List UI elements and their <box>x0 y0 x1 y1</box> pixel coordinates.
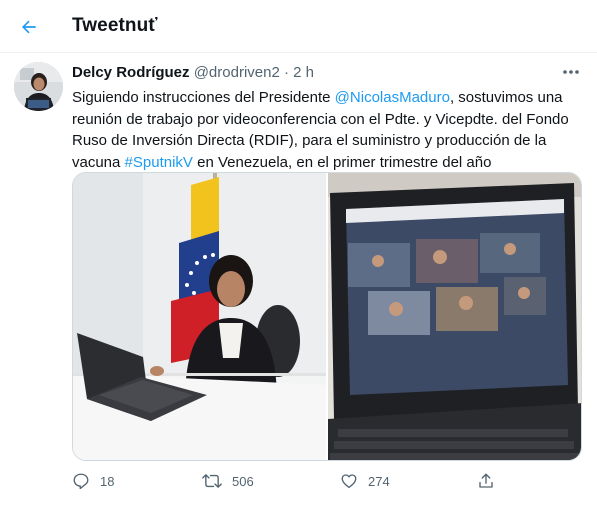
page-title: Tweetnuť <box>72 15 158 36</box>
mention-link[interactable]: @NicolasMaduro <box>335 89 450 106</box>
back-button[interactable] <box>14 12 44 42</box>
photo-woman-laptop-flag-icon <box>73 173 326 460</box>
heart-icon <box>341 474 357 489</box>
retweet-icon <box>202 474 222 488</box>
tweet-actions: 18 506 274 <box>72 468 587 494</box>
share-button[interactable] <box>477 468 495 494</box>
hashtag-link[interactable]: #SputnikV <box>125 154 193 171</box>
share-icon <box>479 473 493 488</box>
arrow-left-icon <box>22 20 36 34</box>
reply-button[interactable]: 18 <box>72 468 114 494</box>
reply-icon <box>73 473 89 490</box>
retweet-count: 506 <box>232 473 254 489</box>
author-handle[interactable]: @drodriven2 <box>194 64 280 81</box>
tweet-text-segment: Siguiendo instrucciones del Presidente <box>72 89 335 106</box>
separator: · <box>283 64 289 81</box>
reply-count: 18 <box>100 473 115 489</box>
tweet-text-segment: en Venezuela, en el primer trimestre del… <box>192 153 492 171</box>
like-button[interactable]: 274 <box>340 468 390 494</box>
retweet-button[interactable]: 506 <box>202 468 254 494</box>
media-photo-1[interactable] <box>73 173 326 460</box>
tweet-media <box>72 172 582 461</box>
tweet-author-line: Delcy Rodríguez @drodriven2 · 2 h <box>72 64 314 81</box>
avatar[interactable] <box>14 62 63 111</box>
like-count: 274 <box>368 473 390 489</box>
header: Tweetnuť <box>0 0 597 53</box>
tweet-time[interactable]: 2 h <box>293 64 314 81</box>
author-name[interactable]: Delcy Rodríguez <box>72 64 190 81</box>
photo-laptop-videoconference-icon <box>328 173 581 460</box>
avatar-image <box>14 62 63 111</box>
media-photo-2[interactable] <box>328 173 581 460</box>
more-options-button[interactable] <box>560 64 582 80</box>
more-dots-icon <box>563 70 579 74</box>
tweet-text: Siguiendo instrucciones del Presidente @… <box>72 87 587 173</box>
